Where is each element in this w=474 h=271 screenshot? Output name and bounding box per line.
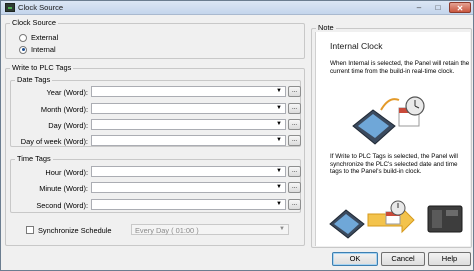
day-label: Day (Word): bbox=[48, 121, 88, 130]
plc-sync-illustration bbox=[329, 200, 463, 239]
minute-tag-combo[interactable]: ▼ bbox=[91, 182, 286, 193]
minute-browse-button[interactable]: ... bbox=[288, 182, 301, 193]
clock-source-dialog: Clock Source – □ ✕ Clock Source External… bbox=[0, 0, 474, 271]
radio-internal-label: Internal bbox=[31, 45, 56, 54]
synchronize-schedule-label: Synchronize Schedule bbox=[38, 226, 112, 235]
note-text-internal: When Internal is selected, the Panel wil… bbox=[330, 60, 470, 75]
note-text-plc: If Write to PLC Tags is selected, the Pa… bbox=[330, 153, 458, 176]
chevron-down-icon[interactable]: ▼ bbox=[275, 183, 283, 192]
cancel-button[interactable]: Cancel bbox=[381, 252, 425, 266]
minute-label: Minute (Word): bbox=[39, 184, 88, 193]
sync-arrow-icon bbox=[380, 98, 400, 111]
time-tags-legend: Time Tags bbox=[15, 154, 53, 163]
minimize-button[interactable]: – bbox=[410, 2, 428, 13]
hour-tag-combo[interactable]: ▼ bbox=[91, 166, 286, 177]
year-browse-button[interactable]: ... bbox=[288, 86, 301, 97]
plc-device-icon bbox=[427, 205, 463, 233]
second-browse-button[interactable]: ... bbox=[288, 199, 301, 210]
radio-external-label: External bbox=[31, 33, 59, 42]
ok-button[interactable]: OK bbox=[332, 252, 378, 266]
chevron-down-icon[interactable]: ▼ bbox=[275, 136, 283, 145]
chevron-down-icon[interactable]: ▼ bbox=[278, 225, 286, 234]
day-of-week-tag-combo[interactable]: ▼ bbox=[91, 135, 286, 146]
hmi-panel-icon bbox=[329, 209, 365, 239]
hour-label: Hour (Word): bbox=[45, 168, 88, 177]
schedule-value: Every Day ( 01:00 ) bbox=[135, 226, 199, 235]
day-browse-button[interactable]: ... bbox=[288, 119, 301, 130]
day-of-week-label: Day of week (Word): bbox=[20, 137, 88, 146]
help-button[interactable]: Help bbox=[428, 252, 471, 266]
clock-source-legend: Clock Source bbox=[10, 18, 58, 27]
radio-internal-circle[interactable] bbox=[19, 45, 27, 54]
radio-external-circle[interactable] bbox=[19, 33, 27, 42]
clock-icon bbox=[405, 96, 425, 116]
hour-browse-button[interactable]: ... bbox=[288, 166, 301, 177]
schedule-combo[interactable]: Every Day ( 01:00 ) ▼ bbox=[131, 224, 289, 235]
month-label: Month (Word): bbox=[40, 105, 88, 114]
day-of-week-browse-button[interactable]: ... bbox=[288, 135, 301, 146]
panel-clock-illustration bbox=[352, 96, 425, 145]
chevron-down-icon[interactable]: ▼ bbox=[275, 120, 283, 129]
note-title: Internal Clock bbox=[330, 41, 383, 51]
radio-external[interactable]: External bbox=[19, 33, 58, 42]
synchronize-schedule-checkbox[interactable] bbox=[26, 226, 34, 234]
month-tag-combo[interactable]: ▼ bbox=[91, 103, 286, 114]
chevron-down-icon[interactable]: ▼ bbox=[275, 200, 283, 209]
hmi-panel-icon bbox=[352, 109, 396, 145]
title-bar[interactable]: Clock Source – □ ✕ bbox=[1, 1, 473, 15]
day-tag-combo[interactable]: ▼ bbox=[91, 119, 286, 130]
clock-icon bbox=[390, 200, 406, 216]
radio-internal[interactable]: Internal bbox=[19, 45, 56, 54]
year-label: Year (Word): bbox=[46, 88, 89, 97]
note-panel: Internal Clock When Internal is selected… bbox=[315, 32, 470, 246]
chevron-down-icon[interactable]: ▼ bbox=[275, 87, 283, 96]
year-tag-combo[interactable]: ▼ bbox=[91, 86, 286, 97]
app-icon bbox=[5, 3, 15, 12]
date-tags-legend: Date Tags bbox=[15, 75, 53, 84]
second-label: Second (Word): bbox=[36, 201, 88, 210]
maximize-button[interactable]: □ bbox=[429, 2, 447, 13]
close-button[interactable]: ✕ bbox=[449, 2, 471, 13]
window-title: Clock Source bbox=[18, 3, 64, 12]
second-tag-combo[interactable]: ▼ bbox=[91, 199, 286, 210]
note-legend: Note bbox=[316, 23, 336, 32]
month-browse-button[interactable]: ... bbox=[288, 103, 301, 114]
chevron-down-icon[interactable]: ▼ bbox=[275, 104, 283, 113]
chevron-down-icon[interactable]: ▼ bbox=[275, 167, 283, 176]
write-to-plc-legend: Write to PLC Tags bbox=[10, 63, 74, 72]
